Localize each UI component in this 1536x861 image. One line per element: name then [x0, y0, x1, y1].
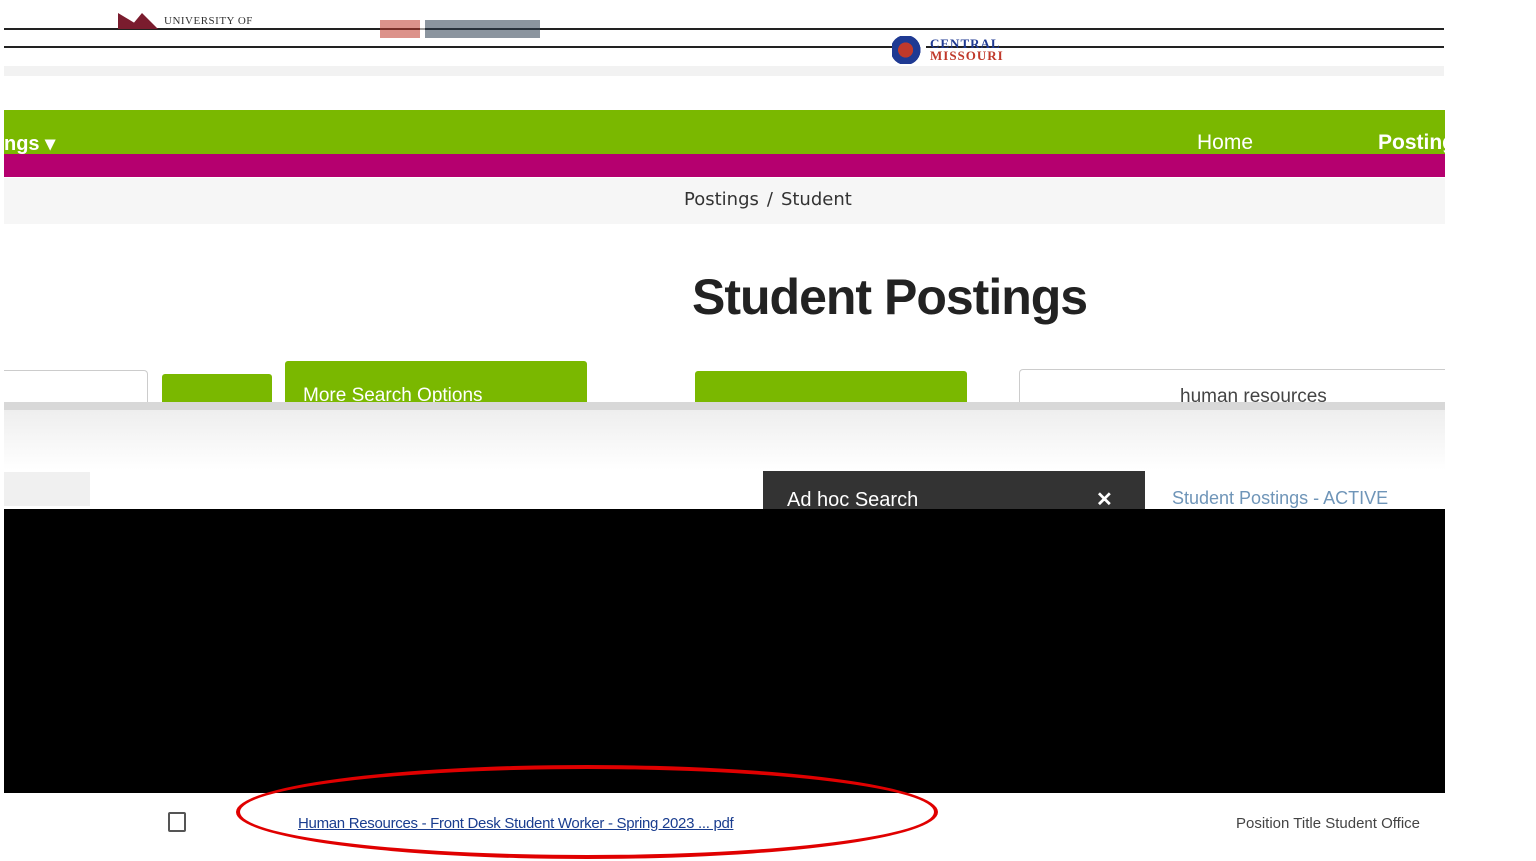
- cmu-logo[interactable]: CENTRAL MISSOURI: [892, 36, 1004, 64]
- cmu-logo-words: CENTRAL MISSOURI: [930, 37, 1004, 63]
- header-divider: [4, 66, 1444, 76]
- sub-nav-bar: [4, 154, 1445, 177]
- nav-postings-link[interactable]: Postings: [1378, 131, 1445, 155]
- download-file-link-secondary[interactable]: Position Title Student Office: [1236, 815, 1528, 832]
- nav-home-link[interactable]: Home: [1197, 131, 1253, 155]
- download-file-icon[interactable]: [168, 812, 186, 832]
- university-logo-mark: [118, 13, 158, 29]
- breadcrumb: Postings / Student: [684, 189, 852, 210]
- university-logo[interactable]: UNIVERSITY OF: [118, 10, 253, 32]
- cmu-seal-icon: [892, 36, 926, 64]
- partner-logo[interactable]: [380, 20, 540, 38]
- breadcrumb-separator: /: [766, 189, 773, 210]
- toolbar-rule: [4, 402, 1445, 410]
- breadcrumb-current: Student: [780, 189, 852, 210]
- breadcrumb-postings-link[interactable]: Postings: [684, 189, 759, 210]
- highlight-circle-annotation: [236, 765, 938, 859]
- results-side-tab[interactable]: [4, 472, 90, 506]
- header-bottom-rule: [4, 46, 1444, 48]
- toolbar-shadow: [4, 410, 1445, 470]
- results-list-label[interactable]: Student Postings - ACTIVE: [1172, 488, 1444, 510]
- university-logo-text: UNIVERSITY OF: [164, 15, 253, 27]
- cmu-logo-line2: MISSOURI: [930, 48, 1004, 63]
- postings-dropdown-menu[interactable]: ngs ▾: [4, 131, 55, 156]
- redacted-content-area: [4, 509, 1445, 793]
- page-title: Student Postings: [692, 269, 1088, 325]
- adhoc-search-panel-header[interactable]: Ad hoc Search: [763, 471, 1145, 510]
